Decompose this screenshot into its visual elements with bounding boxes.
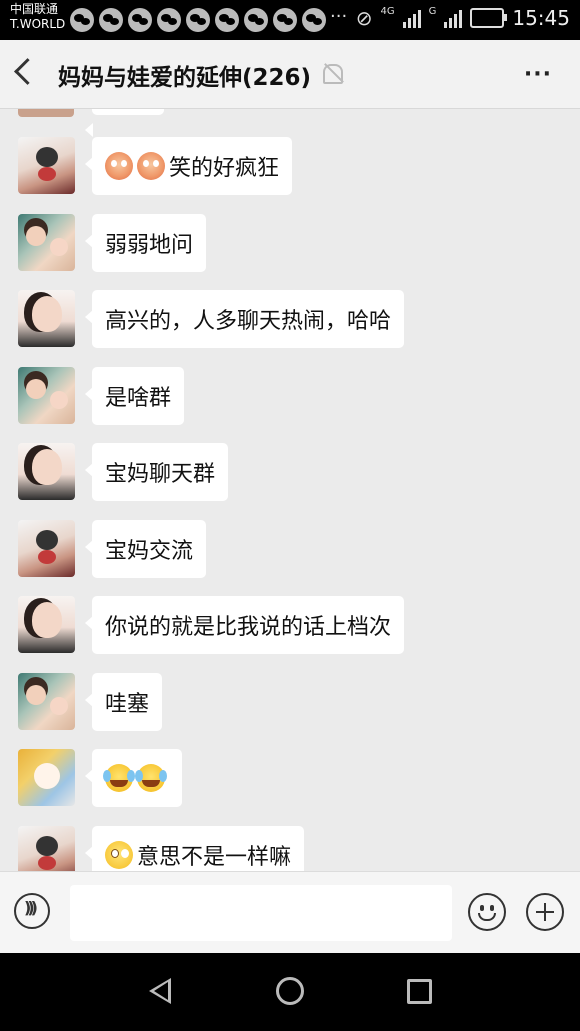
tears-of-joy-emoji-icon <box>103 764 133 792</box>
message-item: 意思不是一样嘛 <box>0 826 580 871</box>
message-item: 弱弱地问 <box>0 214 580 274</box>
message-text: 哇塞 <box>105 692 150 717</box>
avatar[interactable] <box>18 749 75 806</box>
avatar <box>18 109 74 117</box>
message-bubble <box>85 109 164 137</box>
nav-home-icon[interactable] <box>276 977 304 1005</box>
wechat-icon <box>128 8 152 32</box>
wechat-icon <box>70 8 94 32</box>
clock: 15:45 <box>512 6 570 30</box>
signal-icon-2 <box>444 8 463 28</box>
message-item: 高兴的，人多聊天热闹，哈哈 <box>0 290 580 350</box>
chat-title: 妈妈与娃爱的延伸(226) <box>58 65 312 91</box>
wechat-icon <box>302 8 326 32</box>
message-bubble[interactable]: 高兴的，人多聊天热闹，哈哈 <box>84 290 405 348</box>
avatar[interactable] <box>18 367 75 424</box>
more-notifications-icon: ··· <box>330 6 348 27</box>
chat-header: 妈妈与娃爱的延伸(226) ··· <box>0 40 580 109</box>
tears-of-joy-emoji-icon <box>135 764 165 792</box>
flushed-emoji-icon <box>105 152 133 180</box>
flushed-emoji-icon <box>137 152 165 180</box>
wechat-icon <box>99 8 123 32</box>
status-bar: 中国联通 T.WORLD ··· ⊘ 4G G 15:45 <box>0 0 580 40</box>
avatar[interactable] <box>18 596 75 653</box>
message-item: 你说的就是比我说的话上档次 <box>0 596 580 656</box>
nav-recents-icon[interactable] <box>407 979 432 1004</box>
wechat-icon <box>157 8 181 32</box>
message-input[interactable] <box>70 885 452 941</box>
wechat-icon <box>273 8 297 32</box>
message-text: 弱弱地问 <box>105 233 194 258</box>
signal-icon <box>402 8 421 28</box>
bell-off-icon <box>323 64 343 84</box>
input-bar <box>0 871 580 954</box>
wechat-icon <box>215 8 239 32</box>
message-item: 哇塞 <box>0 673 580 733</box>
battery-icon <box>470 8 508 28</box>
avatar[interactable] <box>18 673 75 730</box>
dizzy-face-emoji-icon <box>105 841 133 869</box>
message-item: 宝妈聊天群 <box>0 443 580 503</box>
avatar[interactable] <box>18 290 75 347</box>
avatar[interactable] <box>18 443 75 500</box>
message-text: 笑的好疯狂 <box>169 156 280 181</box>
avatar[interactable] <box>18 826 75 871</box>
smiley-icon[interactable] <box>468 893 506 931</box>
message-item: 宝妈交流 <box>0 520 580 580</box>
carrier-name: 中国联通 <box>10 2 59 16</box>
more-dots-icon[interactable]: ··· <box>524 62 552 87</box>
message-bubble[interactable]: 宝妈聊天群 <box>84 443 229 501</box>
system-nav-bar <box>0 953 580 1031</box>
message-item: 是啥群 <box>0 367 580 427</box>
message-bubble[interactable]: 是啥群 <box>84 367 185 425</box>
message-bubble[interactable]: 宝妈交流 <box>84 520 207 578</box>
system-icons: ⊘ 4G G 15:45 <box>356 6 570 30</box>
wechat-icon <box>244 8 268 32</box>
message-text: 宝妈聊天群 <box>105 462 216 487</box>
avatar[interactable] <box>18 214 75 271</box>
wechat-icon <box>186 8 210 32</box>
chevron-left-icon[interactable] <box>14 58 41 85</box>
message-item <box>0 749 580 809</box>
message-bubble[interactable] <box>85 749 182 807</box>
message-bubble[interactable]: 笑的好疯狂 <box>84 137 293 195</box>
message-bubble[interactable]: 意思不是一样嘛 <box>84 826 305 871</box>
message-text: 你说的就是比我说的话上档次 <box>105 615 392 640</box>
nav-back-icon[interactable] <box>149 978 171 1004</box>
network-type-g: G <box>428 6 437 17</box>
network-type-4g: 4G <box>380 6 395 17</box>
plus-circle-icon[interactable] <box>526 893 564 931</box>
carrier-brand: T.WORLD <box>10 17 66 31</box>
message-bubble[interactable]: 弱弱地问 <box>84 214 207 272</box>
voice-icon[interactable] <box>14 893 50 929</box>
vibrate-off-icon: ⊘ <box>355 6 373 30</box>
message-bubble[interactable]: 哇塞 <box>84 673 163 731</box>
message-text: 意思不是一样嘛 <box>137 845 292 870</box>
carrier-info: 中国联通 T.WORLD <box>10 2 65 32</box>
message-text: 高兴的，人多聊天热闹，哈哈 <box>105 309 392 334</box>
avatar[interactable] <box>18 137 75 194</box>
avatar[interactable] <box>18 520 75 577</box>
message-item: 笑的好疯狂 <box>0 137 580 197</box>
notification-icons <box>70 8 326 32</box>
message-text: 是啥群 <box>105 386 172 411</box>
message-text: 宝妈交流 <box>105 539 194 564</box>
message-bubble[interactable]: 你说的就是比我说的话上档次 <box>84 596 405 654</box>
message-list[interactable]: 笑的好疯狂 弱弱地问 高兴的，人多聊天热闹，哈哈 是啥群 宝妈聊天群 宝妈交流 <box>0 109 580 871</box>
